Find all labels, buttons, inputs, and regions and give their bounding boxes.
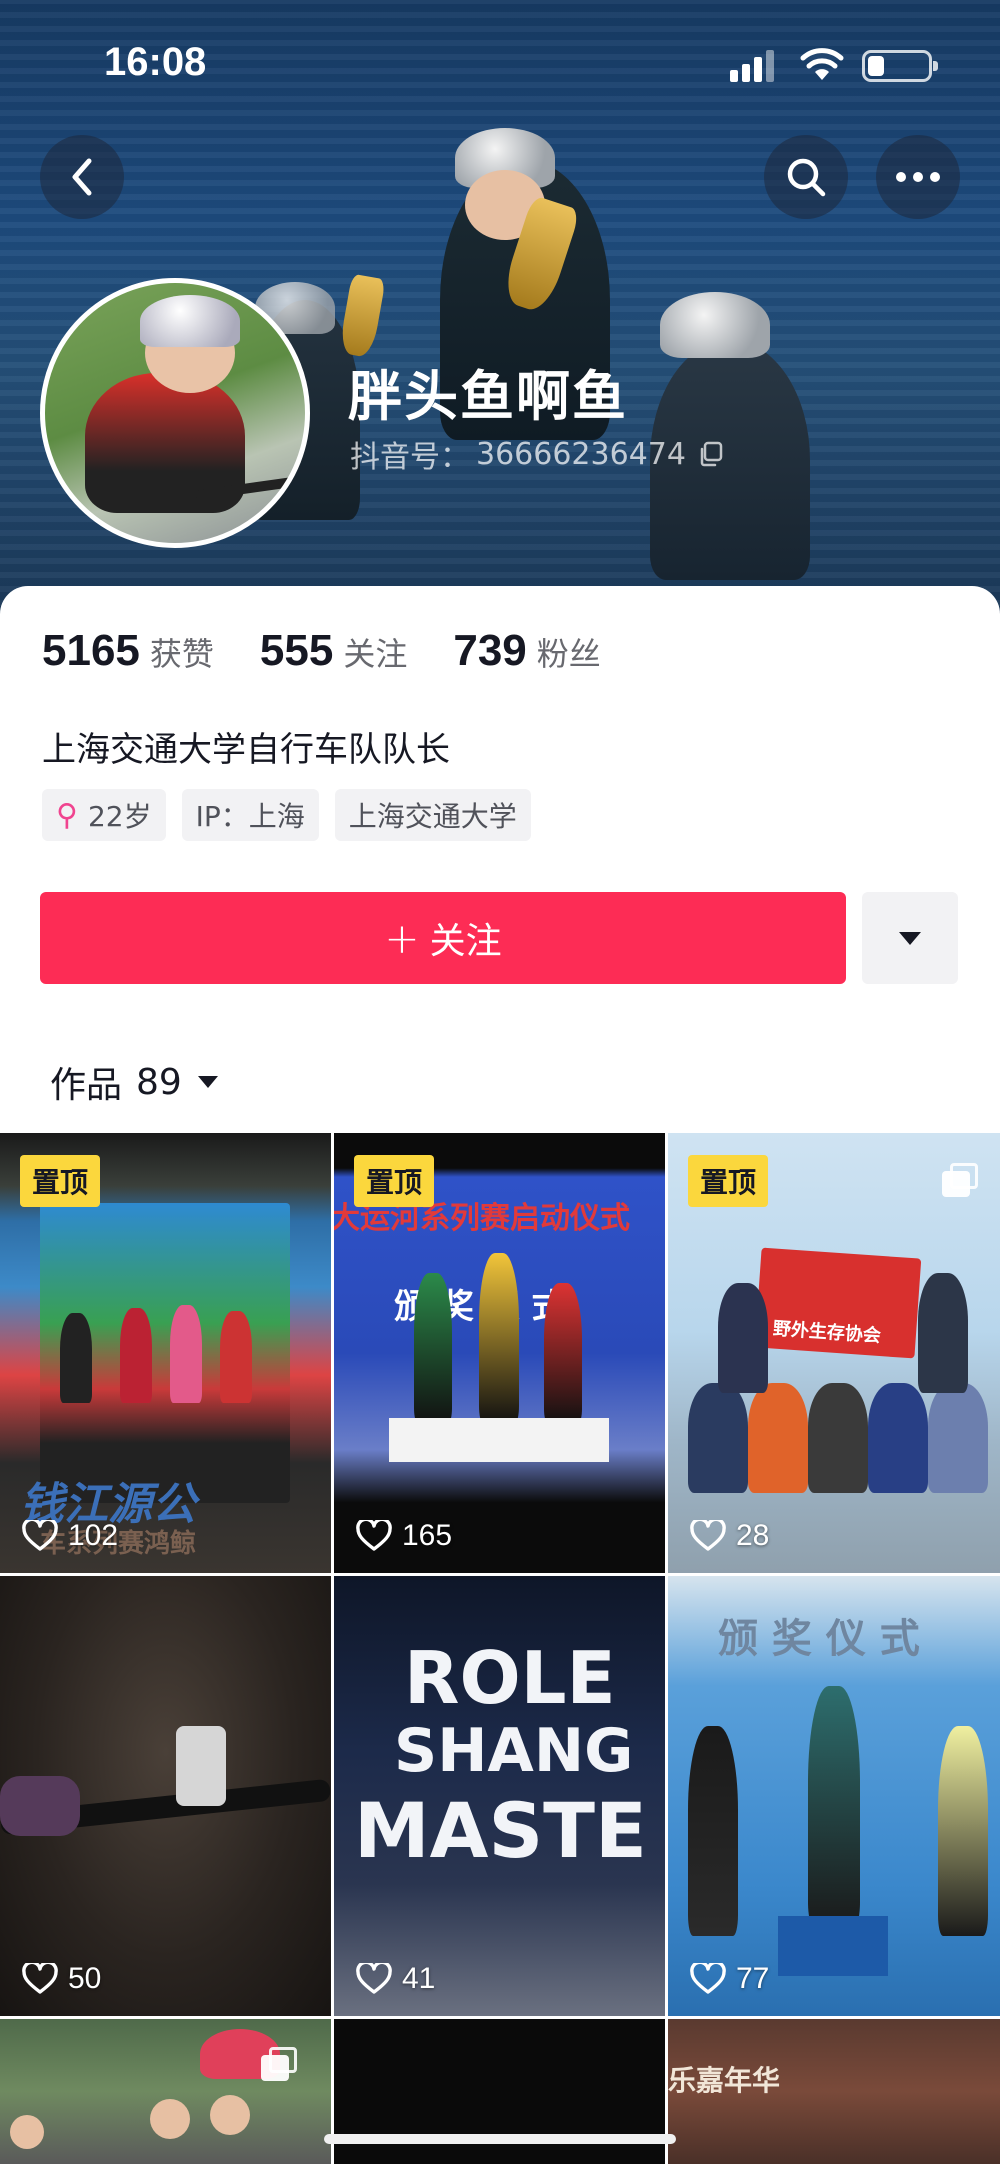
tag-ip-text: IP：上海	[195, 800, 305, 833]
following-label: 关注	[343, 635, 408, 673]
stat-following[interactable]: 555 关注	[260, 626, 407, 676]
likes-count: 5165	[42, 626, 140, 675]
stat-likes[interactable]: 5165 获赞	[42, 626, 214, 676]
search-button[interactable]	[764, 135, 848, 219]
video-scene-text: 乐嘉年华	[668, 2064, 781, 2097]
home-indicator	[324, 2134, 676, 2144]
video-likes: 102	[22, 1519, 118, 1553]
tag-ip: IP：上海	[181, 789, 319, 841]
back-arrow-icon	[72, 158, 92, 196]
caret-down-icon	[197, 1076, 218, 1088]
caret-down-icon	[899, 931, 921, 945]
heart-icon	[22, 1963, 58, 1994]
back-button[interactable]	[40, 135, 124, 219]
tag-school[interactable]: 上海交通大学	[334, 789, 531, 841]
video-scene-text: SHANG	[394, 1716, 634, 1786]
video-tile[interactable]: 50	[0, 1576, 331, 2016]
battery-icon	[862, 50, 938, 82]
video-tile[interactable]: 乐嘉年华	[668, 2019, 1000, 2164]
video-likes: 77	[690, 1962, 769, 1996]
profile-nickname: 胖头鱼啊鱼	[348, 365, 628, 428]
video-likes: 50	[22, 1962, 101, 1996]
status-time: 16:08	[104, 40, 207, 84]
pinned-badge: 置顶	[354, 1155, 435, 1207]
cover-helmet	[660, 292, 770, 358]
recommend-dropdown-button[interactable]	[862, 892, 958, 984]
heart-icon	[356, 1963, 392, 1994]
douyin-id-label: 抖音号：	[350, 440, 470, 475]
multi-image-icon	[942, 1163, 978, 1197]
more-options-button[interactable]	[876, 135, 960, 219]
heart-icon	[356, 1520, 392, 1551]
video-thumbnail: 颁 奖 仪 式	[668, 1576, 1000, 2016]
following-count: 555	[259, 626, 334, 675]
followers-count: 739	[453, 626, 527, 675]
likes-label: 获赞	[149, 635, 214, 673]
video-likes: 41	[356, 1962, 435, 1996]
douyin-id-row: 抖音号： 36666236474	[350, 432, 724, 476]
video-thumbnail	[0, 1576, 331, 2016]
pinned-badge: 置顶	[20, 1155, 101, 1207]
tag-school-text: 上海交通大学	[348, 800, 517, 833]
video-likes-count: 41	[402, 1962, 436, 1995]
tag-age-text: 22岁	[87, 800, 152, 833]
video-likes: 28	[690, 1519, 769, 1553]
video-tile[interactable]: ROLE SHANG MASTE 41	[334, 1576, 665, 2016]
followers-label: 粉丝	[536, 635, 601, 673]
stats-row: 5165 获赞 555 关注 739 粉丝	[42, 626, 647, 676]
video-tile[interactable]: 颁 奖 仪 式 77	[668, 1576, 1000, 2016]
profile-tags: ⚲ 22岁 IP：上海 上海交通大学	[42, 789, 531, 841]
stat-followers[interactable]: 739 粉丝	[453, 626, 600, 676]
video-likes-count: 102	[68, 1519, 119, 1552]
follow-button[interactable]: + 关注	[40, 892, 846, 984]
video-tile[interactable]: 野外生存协会 置顶 28	[668, 1133, 1000, 1573]
works-tab-label: 作品	[50, 1065, 123, 1106]
pinned-badge: 置顶	[688, 1155, 769, 1207]
heart-icon	[690, 1520, 726, 1551]
more-dots-icon	[896, 172, 940, 182]
copy-icon[interactable]	[698, 441, 724, 467]
profile-bio: 上海交通大学自行车队队长	[42, 730, 450, 770]
profile-info-panel: 5165 获赞 555 关注 739 粉丝 上海交通大学自行车队队长 ⚲ 22岁…	[0, 586, 1000, 1130]
video-scene-text: ROLE	[404, 1636, 616, 1720]
signal-icon	[730, 50, 774, 82]
video-likes: 165	[356, 1519, 452, 1553]
video-grid: 钱江源公 车系列赛鸿鲸 置顶 102 大运河系列赛启动仪式 颁 奖 仪 式 置顶…	[0, 1133, 1000, 2164]
search-icon	[787, 158, 826, 197]
video-thumbnail	[0, 2019, 331, 2164]
heart-icon	[22, 1520, 58, 1551]
video-likes-count: 28	[736, 1519, 770, 1552]
heart-icon	[690, 1963, 726, 1994]
video-likes-count: 165	[402, 1519, 453, 1552]
female-icon: ⚲	[56, 797, 78, 833]
avatar[interactable]	[40, 278, 310, 548]
multi-image-icon	[261, 2047, 297, 2081]
works-tab-count: 89	[136, 1061, 182, 1103]
douyin-id-value: 36666236474	[476, 436, 686, 472]
plus-icon: +	[384, 913, 420, 963]
video-tile[interactable]: 钱江源公 车系列赛鸿鲸 置顶 102	[0, 1133, 331, 1573]
follow-button-label: 关注	[429, 921, 502, 962]
tab-works[interactable]: 作品 89	[50, 1056, 218, 1108]
status-bar: 16:08	[0, 0, 1000, 130]
video-scene-text: 颁 奖 仪 式	[718, 1616, 920, 1662]
video-likes-count: 77	[736, 1962, 770, 1995]
wifi-icon	[800, 48, 844, 80]
video-thumbnail: ROLE SHANG MASTE	[334, 1576, 665, 2016]
tag-age: ⚲ 22岁	[42, 789, 166, 841]
video-thumbnail: 乐嘉年华	[668, 2019, 1000, 2164]
video-likes-count: 50	[68, 1962, 102, 1995]
video-tile[interactable]	[0, 2019, 331, 2164]
video-tile[interactable]: 大运河系列赛启动仪式 颁 奖 仪 式 置顶 165	[334, 1133, 665, 1573]
video-scene-text: MASTE	[354, 1786, 647, 1875]
